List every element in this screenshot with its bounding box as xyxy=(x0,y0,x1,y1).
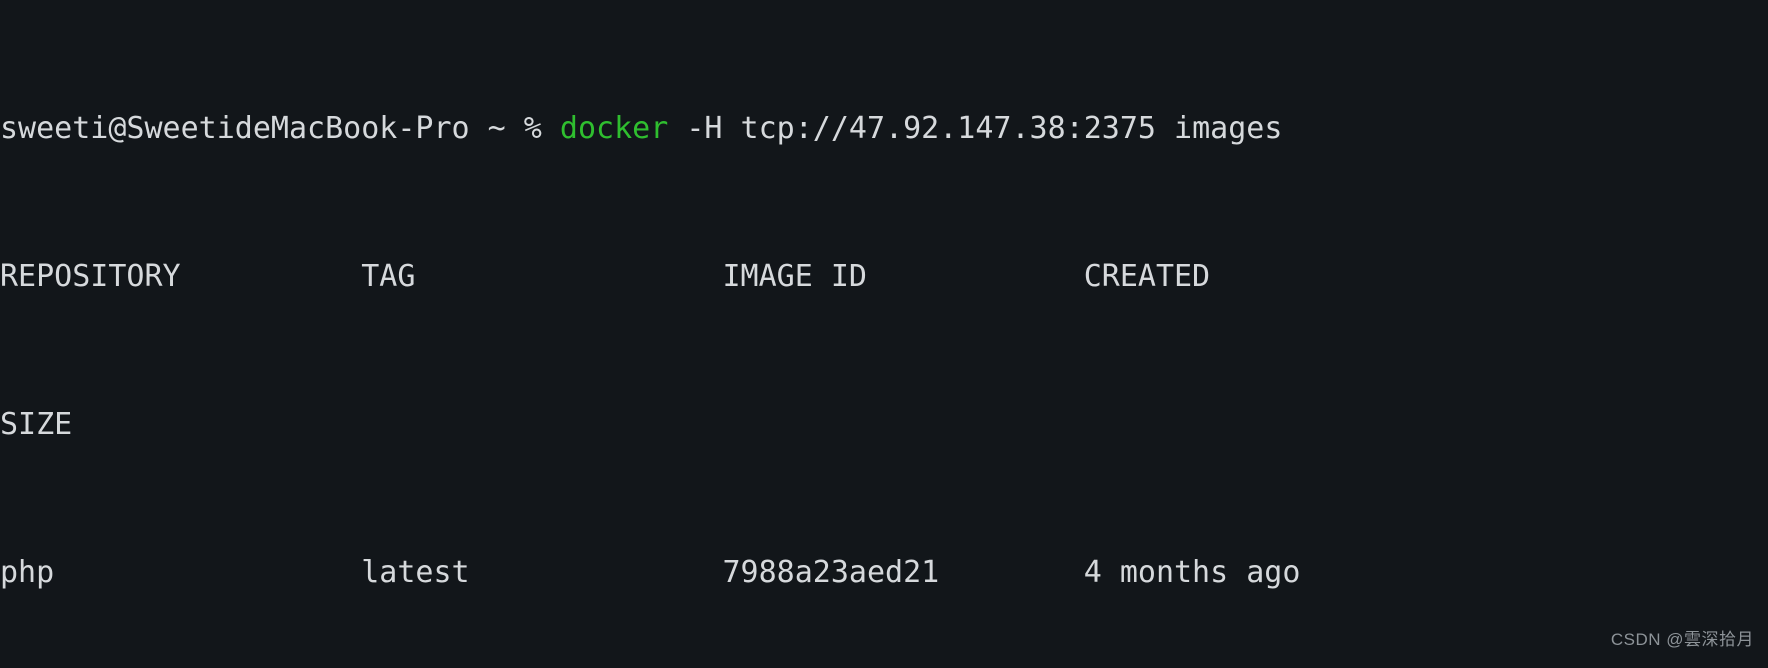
table-header-line-2: SIZE xyxy=(0,407,73,442)
command-arguments: -H tcp://47.92.147.38:2375 images xyxy=(668,111,1283,146)
table-header-line-1: REPOSITORY TAG IMAGE ID CREATED xyxy=(0,259,1445,294)
shell-prompt: sweeti@SweetideMacBook-Pro ~ % xyxy=(0,111,560,146)
table-row: php latest 7988a23aed21 4 months ago xyxy=(0,555,1445,590)
terminal-line-prompt-1: sweeti@SweetideMacBook-Pro ~ % docker -H… xyxy=(0,110,1768,147)
terminal-screen: sweeti@SweetideMacBook-Pro ~ % docker -H… xyxy=(0,0,1768,668)
terminal-window[interactable]: sweeti@SweetideMacBook-Pro ~ % docker -H… xyxy=(0,0,1768,668)
csdn-watermark: CSDN @雲深拾月 xyxy=(1610,630,1754,649)
command-docker: docker xyxy=(559,111,669,146)
